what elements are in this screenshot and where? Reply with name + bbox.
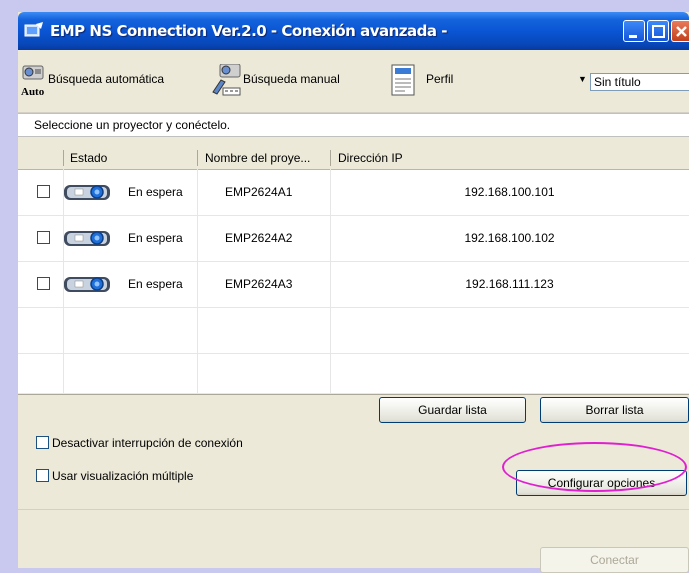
clear-list-button[interactable]: Borrar lista	[540, 397, 689, 423]
empty-row	[18, 307, 689, 354]
row-ip: 192.168.100.101	[464, 185, 555, 199]
row-status: En espera	[128, 185, 183, 199]
row-ip: 192.168.100.102	[464, 231, 555, 245]
manual-search-icon	[212, 64, 241, 96]
row-name: EMP2624A3	[225, 277, 293, 291]
maximize-button[interactable]	[647, 20, 669, 42]
projector-icon	[64, 185, 110, 200]
multi-display-label: Usar visualización múltiple	[52, 469, 194, 483]
connect-button[interactable]: Conectar	[540, 547, 689, 573]
manual-search-label: Búsqueda manual	[243, 72, 340, 86]
maximize-icon	[652, 25, 665, 38]
row-checkbox[interactable]	[37, 231, 50, 244]
profile-select-value: Sin título	[590, 73, 689, 91]
instructions-bar: Seleccione un proyector y conéctelo.	[18, 113, 689, 137]
empty-row	[18, 353, 689, 393]
manual-search-button[interactable]: Búsqueda manual	[211, 64, 361, 100]
row-status: En espera	[128, 231, 183, 245]
projector-list: Estado Nombre del proye... Dirección IP …	[18, 147, 689, 393]
row-checkbox[interactable]	[37, 277, 50, 290]
instructions-text: Seleccione un proyector y conéctelo.	[34, 118, 231, 132]
multi-display-checkbox[interactable]	[36, 469, 49, 482]
profile-icon	[391, 64, 415, 96]
column-header-ip[interactable]: Dirección IP	[338, 151, 403, 165]
projector-icon	[64, 277, 110, 292]
auto-badge: Auto	[21, 86, 45, 98]
profile-select[interactable]: ▼ Sin título	[577, 72, 689, 92]
close-button[interactable]	[671, 20, 689, 42]
profile-label: Perfil	[426, 72, 454, 86]
list-header: Estado Nombre del proye... Dirección IP	[18, 147, 689, 170]
column-separator	[63, 150, 64, 166]
table-row[interactable]: En espera EMP2624A3 192.168.111.123	[18, 261, 689, 308]
main-window: EMP NS Connection Ver.2.0 - Conexión ava…	[18, 12, 689, 573]
disable-interrupt-label: Desactivar interrupción de conexión	[52, 436, 243, 450]
row-name: EMP2624A2	[225, 231, 293, 245]
row-status: En espera	[128, 277, 183, 291]
configure-options-button[interactable]: Configurar opciones	[516, 470, 687, 496]
row-name: EMP2624A1	[225, 185, 293, 199]
window-title: EMP NS Connection Ver.2.0 - Conexión ava…	[50, 22, 447, 40]
profile-button[interactable]: Perfil	[389, 64, 469, 100]
title-bar[interactable]: EMP NS Connection Ver.2.0 - Conexión ava…	[18, 12, 689, 50]
table-row[interactable]: En espera EMP2624A2 192.168.100.102	[18, 215, 689, 262]
divider	[18, 394, 689, 395]
column-header-name[interactable]: Nombre del proye...	[205, 151, 310, 165]
dropdown-arrow-icon: ▼	[578, 74, 587, 84]
close-icon	[676, 26, 687, 37]
projector-icon	[64, 231, 110, 246]
auto-search-button[interactable]: Auto Búsqueda automática	[20, 64, 200, 100]
column-header-status[interactable]: Estado	[70, 151, 107, 165]
column-separator	[197, 150, 198, 166]
row-checkbox[interactable]	[37, 185, 50, 198]
row-ip: 192.168.111.123	[465, 277, 554, 291]
auto-search-label: Búsqueda automática	[48, 72, 165, 86]
toolbar: Auto Búsqueda automática Búsqueda manual…	[18, 50, 689, 113]
auto-search-icon	[22, 65, 44, 80]
minimize-button[interactable]	[623, 20, 645, 42]
column-separator	[330, 150, 331, 166]
divider	[18, 509, 689, 510]
save-list-button[interactable]: Guardar lista	[379, 397, 526, 423]
minimize-icon	[629, 35, 637, 38]
table-row[interactable]: En espera EMP2624A1 192.168.100.101	[18, 169, 689, 216]
app-network-icon	[24, 22, 43, 37]
disable-interrupt-checkbox[interactable]	[36, 436, 49, 449]
